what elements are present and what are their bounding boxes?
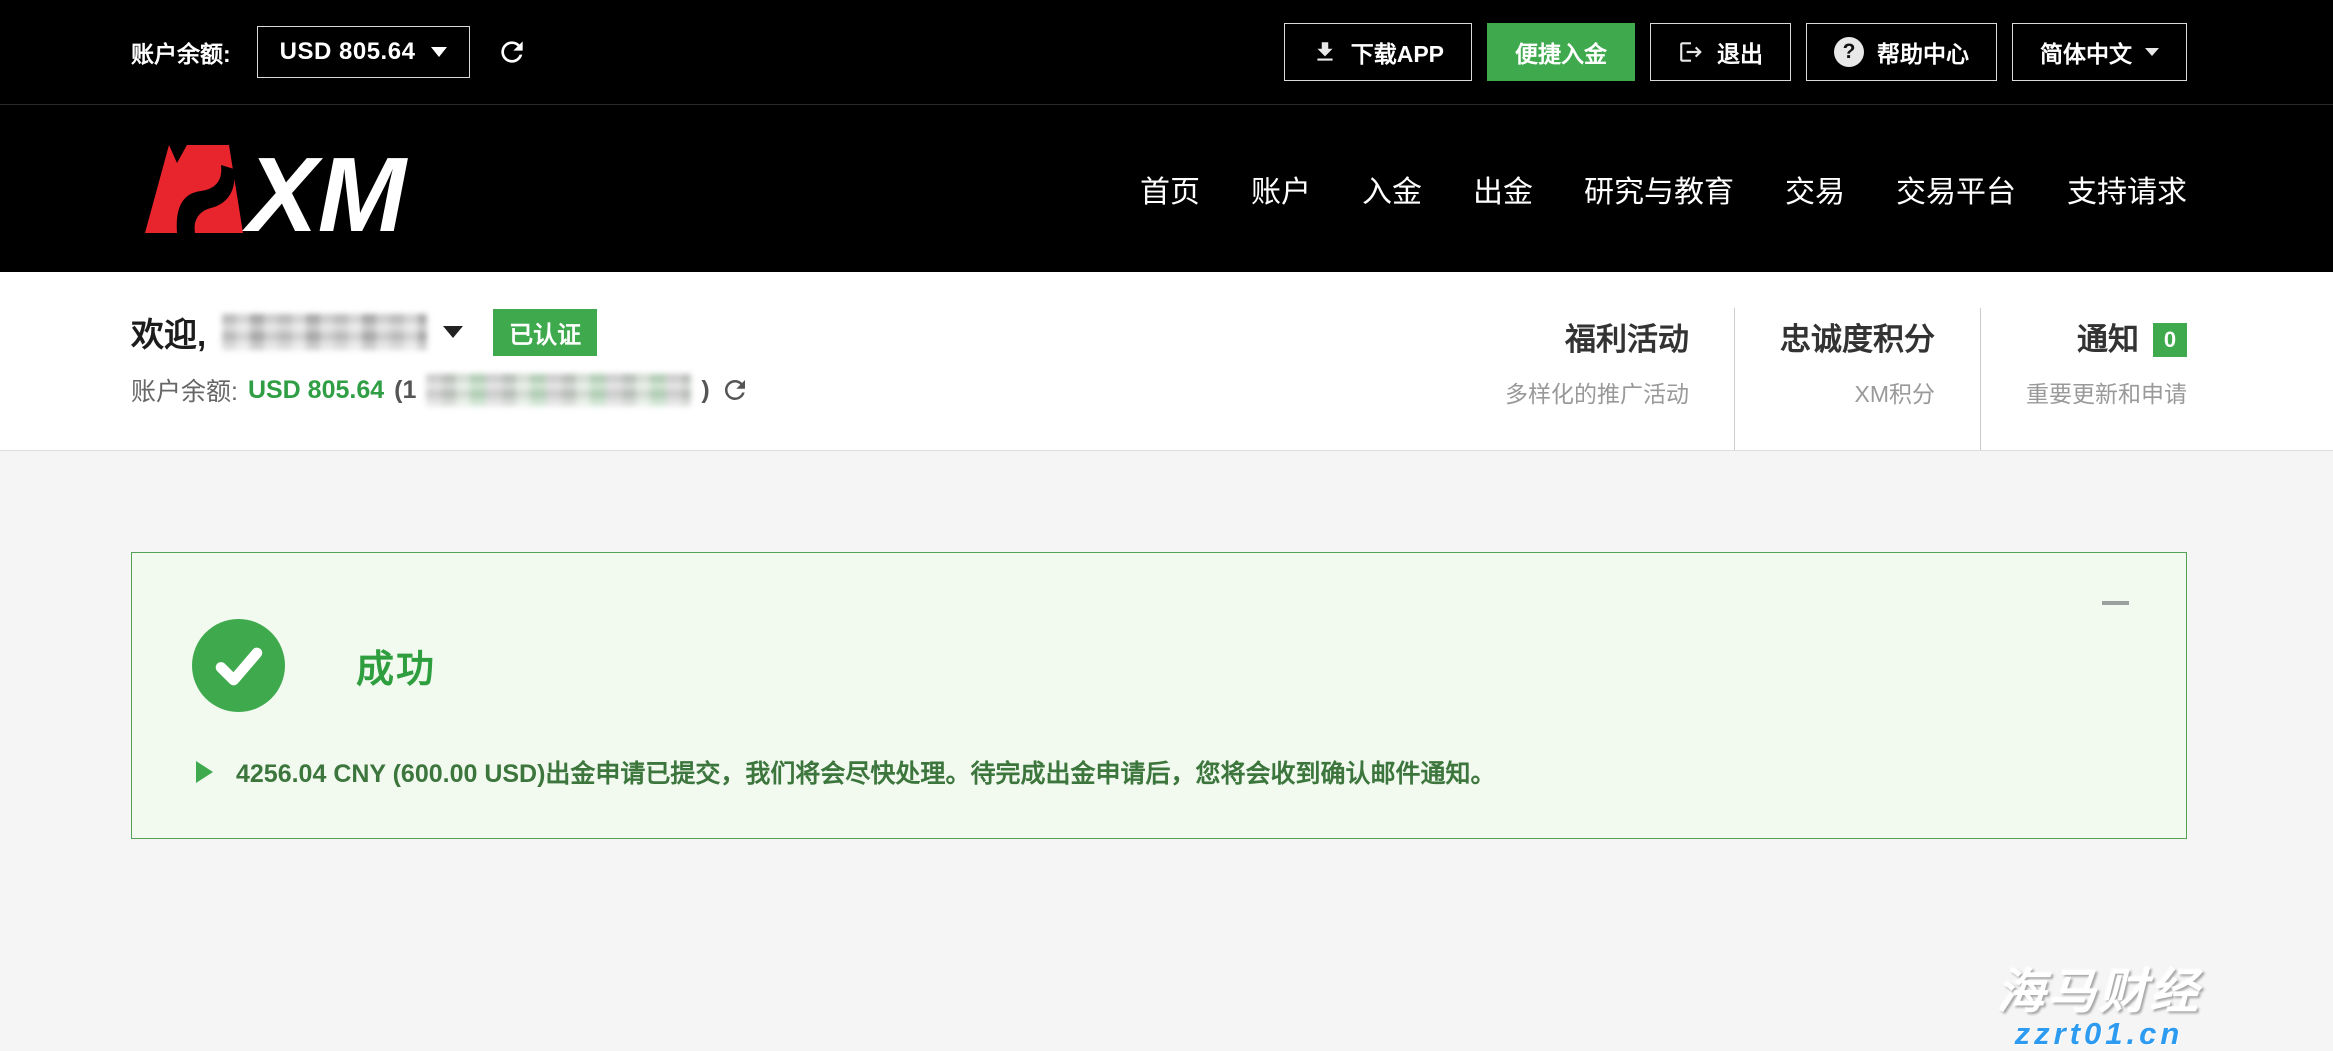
quick-links: 福利活动 多样化的推广活动 忠诚度积分 XM积分 通知 0 重要更新和申请 <box>1460 308 2187 450</box>
refresh-icon <box>720 375 750 405</box>
language-dropdown[interactable]: 简体中文 <box>2012 23 2187 81</box>
nav-menu: 首页 账户 入金 出金 研究与教育 交易 交易平台 支持请求 <box>1140 167 2187 211</box>
help-center-button[interactable]: ? 帮助中心 <box>1806 23 1997 81</box>
notifications-title: 通知 0 <box>2026 314 2187 359</box>
welcome-strip: 欢迎, 已认证 账户余额: USD 805.64 (1 ) 福利活动 多样化的推… <box>0 272 2333 451</box>
promotions-subtitle: 多样化的推广活动 <box>1505 375 1689 409</box>
main-content: 成功 4256.04 CNY (600.00 USD)出金申请已提交，我们将会尽… <box>0 451 2333 1051</box>
verified-badge: 已认证 <box>493 309 597 356</box>
top-bar: 账户余额: USD 805.64 下载APP 便捷入金 退出 ? 帮助中心 简体… <box>0 0 2333 104</box>
nav-item-trading[interactable]: 交易 <box>1785 167 1845 211</box>
greeting-text: 欢迎, <box>131 308 206 356</box>
account-chevron-down-icon[interactable] <box>443 326 463 338</box>
nav-item-withdraw[interactable]: 出金 <box>1473 167 1533 211</box>
chevron-down-icon <box>431 47 447 57</box>
watermark-brand: 海马财经 <box>1997 968 2201 1018</box>
nav-item-account[interactable]: 账户 <box>1251 167 1311 211</box>
nav-item-platforms[interactable]: 交易平台 <box>1896 167 2016 211</box>
account-number-close-paren: ) <box>701 376 709 405</box>
balance-dropdown[interactable]: USD 805.64 <box>257 26 471 78</box>
logout-label: 退出 <box>1717 35 1763 69</box>
svg-text:XM: XM <box>242 141 409 237</box>
welcome-left: 欢迎, 已认证 账户余额: USD 805.64 (1 ) <box>131 308 750 450</box>
success-panel-header: 成功 <box>192 619 2186 712</box>
bullet-triangle-icon <box>196 761 213 783</box>
account-balance-group: 账户余额: USD 805.64 <box>131 26 528 78</box>
watermark-url: zzrt01.cn <box>1997 1018 2201 1051</box>
collapse-panel-button[interactable] <box>2102 601 2129 605</box>
nav-item-deposit[interactable]: 入金 <box>1362 167 1422 211</box>
welcome-balance-row: 账户余额: USD 805.64 (1 ) <box>131 372 750 408</box>
logout-button[interactable]: 退出 <box>1650 23 1791 81</box>
notifications-title-text: 通知 <box>2077 322 2139 357</box>
welcome-balance-label: 账户余额: <box>131 372 238 408</box>
nav-item-home[interactable]: 首页 <box>1140 167 1200 211</box>
refresh-icon <box>496 36 528 68</box>
refresh-button[interactable] <box>496 36 528 68</box>
welcome-heading-row: 欢迎, 已认证 <box>131 308 750 356</box>
language-label: 简体中文 <box>2040 35 2132 69</box>
chevron-down-icon <box>2145 48 2159 56</box>
download-icon <box>1312 39 1338 65</box>
xm-logo-graphic: XM <box>131 141 431 237</box>
balance-value: USD 805.64 <box>280 38 416 66</box>
xm-logo[interactable]: XM <box>131 141 431 237</box>
welcome-balance-value: USD 805.64 <box>248 376 384 405</box>
link-loyalty-points[interactable]: 忠诚度积分 XM积分 <box>1734 308 1980 450</box>
account-name-redacted <box>222 314 427 350</box>
loyalty-subtitle: XM积分 <box>1780 375 1935 409</box>
account-number-redacted <box>426 374 691 406</box>
quick-deposit-label: 便捷入金 <box>1515 35 1607 69</box>
balance-label: 账户余额: <box>131 35 231 69</box>
quick-deposit-button[interactable]: 便捷入金 <box>1487 23 1635 81</box>
help-center-label: 帮助中心 <box>1877 35 1969 69</box>
notifications-subtitle: 重要更新和申请 <box>2026 375 2187 409</box>
success-panel: 成功 4256.04 CNY (600.00 USD)出金申请已提交，我们将会尽… <box>131 552 2187 839</box>
logout-icon <box>1678 39 1704 65</box>
nav-item-support[interactable]: 支持请求 <box>2067 167 2187 211</box>
download-app-button[interactable]: 下载APP <box>1284 23 1472 81</box>
promotions-title: 福利活动 <box>1505 314 1689 359</box>
top-bar-actions: 下载APP 便捷入金 退出 ? 帮助中心 简体中文 <box>1284 23 2187 81</box>
balance-refresh-button[interactable] <box>720 375 750 405</box>
nav-item-research-education[interactable]: 研究与教育 <box>1584 167 1734 211</box>
download-app-label: 下载APP <box>1351 35 1444 69</box>
account-number-open-paren: (1 <box>394 376 416 405</box>
success-message: 4256.04 CNY (600.00 USD)出金申请已提交，我们将会尽快处理… <box>236 754 1495 790</box>
success-title: 成功 <box>356 638 436 693</box>
success-check-icon <box>192 619 285 712</box>
link-notifications[interactable]: 通知 0 重要更新和申请 <box>1980 308 2187 450</box>
success-message-row: 4256.04 CNY (600.00 USD)出金申请已提交，我们将会尽快处理… <box>192 754 2186 790</box>
main-nav-bar: XM 首页 账户 入金 出金 研究与教育 交易 交易平台 支持请求 <box>0 104 2333 272</box>
question-icon: ? <box>1834 37 1864 67</box>
link-promotions[interactable]: 福利活动 多样化的推广活动 <box>1460 308 1734 450</box>
site-watermark: 海马财经 zzrt01.cn <box>1997 968 2201 1051</box>
loyalty-title: 忠诚度积分 <box>1780 314 1935 359</box>
notification-count-badge: 0 <box>2153 323 2187 357</box>
